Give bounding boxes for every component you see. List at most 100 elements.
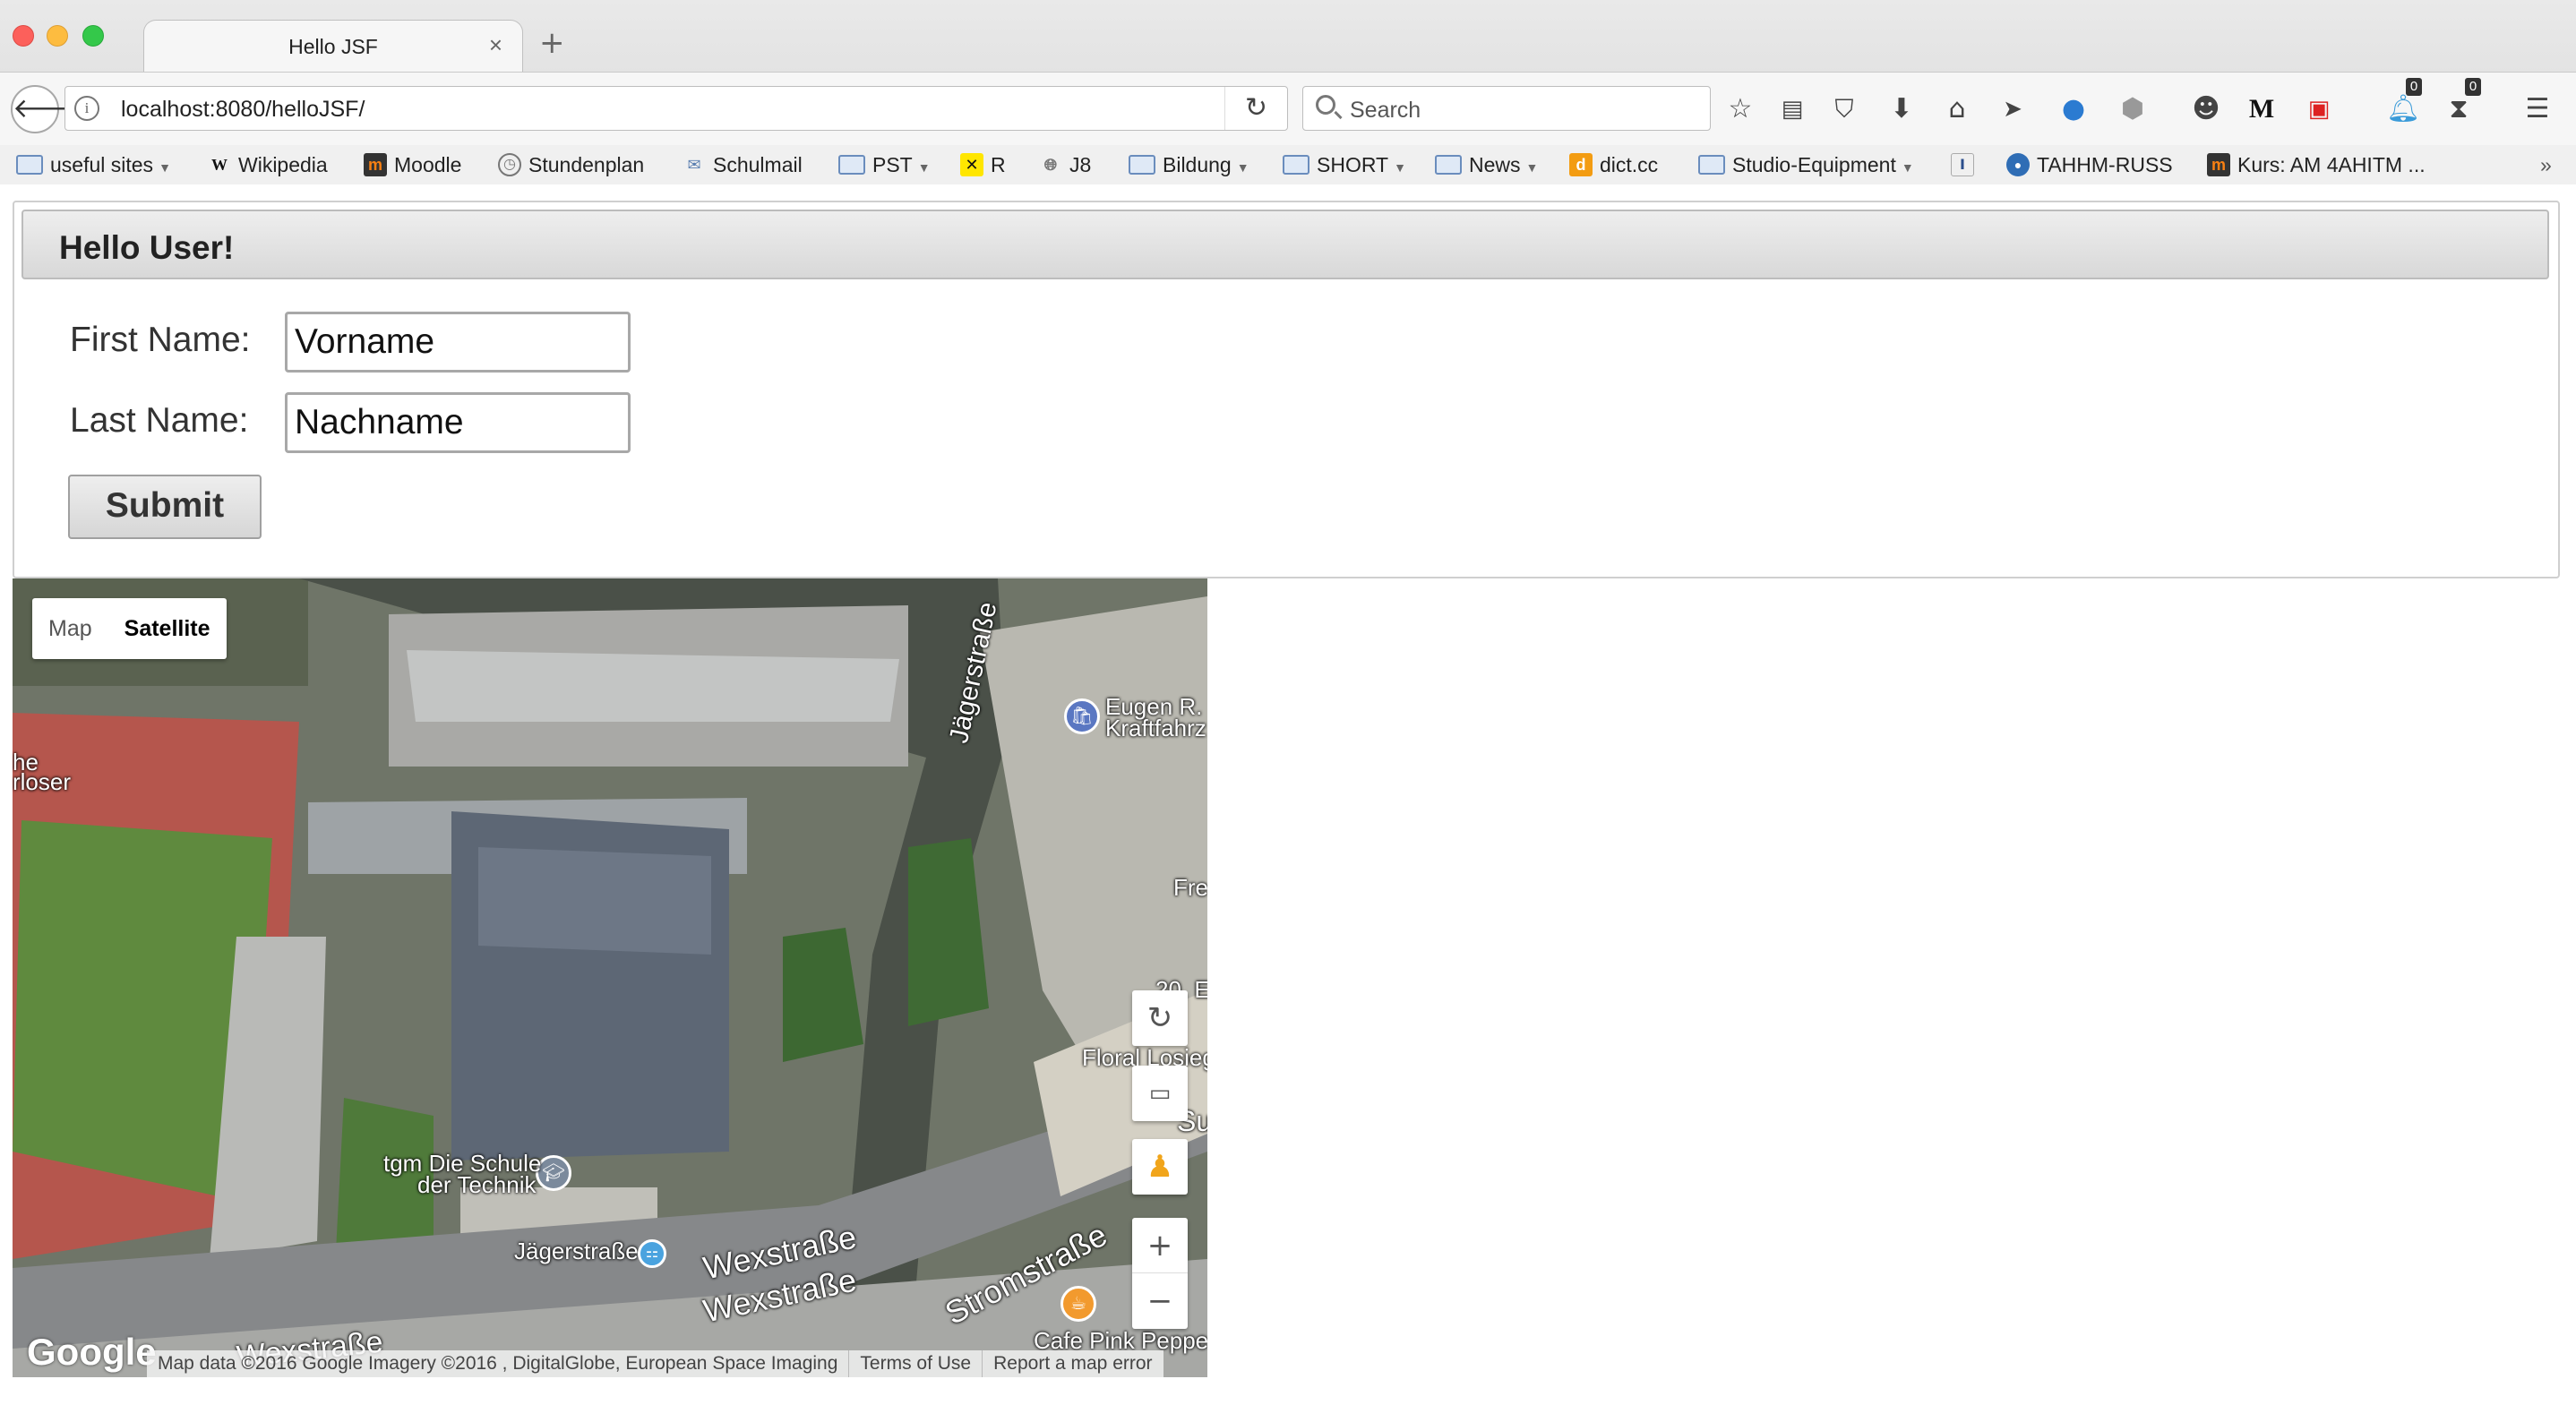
page-content: Hello User! First Name: Last Name: Submi… (0, 184, 2576, 1422)
new-tab-button[interactable]: + (539, 25, 565, 61)
street-view-pegman-icon[interactable]: ♟ (1132, 1139, 1188, 1195)
report-map-error-link[interactable]: Report a map error (983, 1350, 1163, 1377)
map-type-control: Map Satellite (32, 598, 227, 659)
pocket-icon[interactable]: ⛉ (1827, 92, 1861, 126)
tool-icon: Ⅰ (1951, 152, 1974, 176)
bookmark-dictcc[interactable]: d dict.cc (1569, 149, 1658, 181)
bookmark-label: PST (872, 153, 913, 176)
url-bar[interactable]: i localhost:8080/helloJSF/ ↻ (64, 86, 1288, 131)
notifications-badge: 0 (2406, 78, 2422, 96)
active-tab[interactable]: Hello JSF × (143, 20, 523, 72)
bookmark-wikipedia[interactable]: W Wikipedia (208, 149, 328, 181)
reload-icon[interactable]: ↻ (1224, 87, 1287, 130)
submit-button[interactable]: Submit (68, 475, 262, 539)
url-text[interactable]: localhost:8080/helloJSF/ (121, 97, 365, 123)
home-icon[interactable]: ⌂ (1940, 92, 1974, 126)
bookmark-label: J8 (1069, 153, 1092, 176)
timer-badge: 0 (2465, 78, 2481, 96)
bookmarks-overflow-icon[interactable]: » (2540, 149, 2552, 181)
last-name-input[interactable] (285, 392, 631, 453)
dictcc-icon: d (1569, 152, 1593, 176)
folder-icon (1283, 154, 1309, 175)
minimize-window-button[interactable] (47, 25, 68, 47)
bookmark-folder-studio-equipment[interactable]: Studio-Equipment ▼ (1698, 149, 1914, 181)
url-host: localhost (121, 97, 210, 122)
moodle-icon: m (2207, 152, 2230, 176)
back-button[interactable]: 🡐 (11, 85, 84, 133)
bookmark-label: R (991, 153, 1006, 176)
bookmark-r[interactable]: ✕ R (960, 149, 1006, 181)
map-type-map-button[interactable]: Map (32, 598, 108, 659)
bookmark-star-icon[interactable]: ☆ (1723, 92, 1757, 126)
send-icon[interactable]: ➤ (1996, 92, 2030, 126)
globe-icon: 🌐︎ (1043, 155, 1058, 174)
map-label-poi: Fre (1173, 874, 1207, 901)
wikipedia-icon: W (211, 155, 228, 174)
map-type-satellite-button[interactable]: Satellite (108, 598, 227, 659)
moodle-icon: m (364, 152, 387, 176)
zoom-in-button[interactable]: + (1132, 1218, 1188, 1273)
bookmark-stundenplan[interactable]: ◷ Stundenplan (498, 149, 644, 181)
zoom-out-button[interactable]: − (1132, 1273, 1188, 1329)
caret-down-icon: ▼ (1901, 160, 1914, 175)
bookmark-folder-useful-sites[interactable]: useful sites ▼ (16, 149, 171, 181)
caret-down-icon: ▼ (1394, 160, 1406, 175)
terms-of-use-link[interactable]: Terms of Use (849, 1350, 983, 1377)
bookmark-label: News (1469, 153, 1521, 176)
close-window-button[interactable] (13, 25, 34, 47)
navigation-bar: 🡐 i localhost:8080/helloJSF/ ↻ Search ☆ … (0, 72, 2576, 145)
bookmark-kurs[interactable]: m Kurs: AM 4AHITM ... (2207, 149, 2426, 181)
search-icon (1316, 95, 1335, 115)
maximize-window-button[interactable] (82, 25, 104, 47)
bookmark-label: useful sites (50, 153, 154, 176)
first-name-input[interactable] (285, 312, 631, 373)
transit-poi-icon[interactable]: ⚏ (638, 1239, 666, 1268)
bookmark-folder-bildung[interactable]: Bildung ▼ (1129, 149, 1249, 181)
folder-icon (1129, 154, 1155, 175)
bookmark-label: Studio-Equipment (1732, 153, 1896, 176)
clock-icon: ◷ (498, 152, 521, 176)
rotate-map-button[interactable]: ↻ (1132, 990, 1188, 1046)
bookmark-moodle[interactable]: m Moodle (364, 149, 461, 181)
browser-chrome: Hello JSF × + 🡐 i localhost:8080/helloJS… (0, 0, 2576, 184)
bookmark-label: Bildung (1163, 153, 1232, 176)
bookmark-tahhm-russ[interactable]: ● TAHHM-RUSS (2006, 149, 2173, 181)
search-placeholder: Search (1350, 98, 1421, 123)
download-icon[interactable]: ⬇ (1885, 92, 1919, 126)
google-map[interactable]: Map Satellite Jägerstraße 🛍︎ Eugen R. I … (13, 578, 1207, 1377)
shopping-poi-icon[interactable]: 🛍︎ (1064, 698, 1100, 734)
search-bar[interactable]: Search (1302, 86, 1711, 131)
menu-icon[interactable]: ☰ (2520, 92, 2555, 126)
raiffeisen-icon: ✕ (960, 152, 983, 176)
video-addon-icon[interactable]: ● (2057, 92, 2091, 126)
earth-icon: ● (2006, 152, 2030, 176)
map-label-poi: der Technik (417, 1171, 537, 1198)
news-addon-icon[interactable]: ▣ (2302, 92, 2336, 126)
tilt-map-button[interactable]: ▭ (1132, 1066, 1188, 1121)
bookmark-folder-short[interactable]: SHORT ▼ (1283, 149, 1406, 181)
timer-addon-icon[interactable]: ⧗ (2442, 92, 2476, 126)
adblock-icon[interactable]: ⬢ (2116, 92, 2150, 126)
bookmark-j8[interactable]: 🌐︎ J8 (1039, 149, 1092, 181)
tab-close-icon[interactable]: × (489, 31, 502, 59)
smiley-addon-icon[interactable]: ☻ (2189, 92, 2223, 126)
bookmark-label: Stundenplan (528, 153, 645, 176)
bookmark-tool[interactable]: Ⅰ (1951, 149, 1981, 181)
bookmark-folder-pst[interactable]: PST ▼ (838, 149, 931, 181)
notifications-icon[interactable]: 🔔︎ (2386, 92, 2420, 126)
caret-down-icon: ▼ (1525, 160, 1539, 175)
medium-icon[interactable]: M (2245, 92, 2279, 126)
url-path: :8080/helloJSF/ (209, 97, 365, 122)
hello-form-panel: Hello User! First Name: Last Name: Submi… (13, 201, 2560, 578)
bookmark-schulmail[interactable]: ✉ Schulmail (683, 149, 802, 181)
info-icon[interactable]: i (74, 96, 99, 121)
bookmarks-toolbar: useful sites ▼ W Wikipedia m Moodle ◷ Stunde… (0, 145, 2576, 184)
folder-icon (838, 154, 865, 175)
cafe-poi-icon[interactable]: ☕︎ (1060, 1286, 1096, 1322)
bookmark-folder-news[interactable]: News ▼ (1435, 149, 1538, 181)
google-logo: Google (27, 1331, 157, 1373)
bookmark-label: Kurs: AM 4AHITM ... (2237, 153, 2426, 176)
reading-list-icon[interactable]: ▤ (1775, 92, 1809, 126)
folder-icon (16, 154, 43, 175)
bookmark-label: TAHHM-RUSS (2037, 153, 2173, 176)
